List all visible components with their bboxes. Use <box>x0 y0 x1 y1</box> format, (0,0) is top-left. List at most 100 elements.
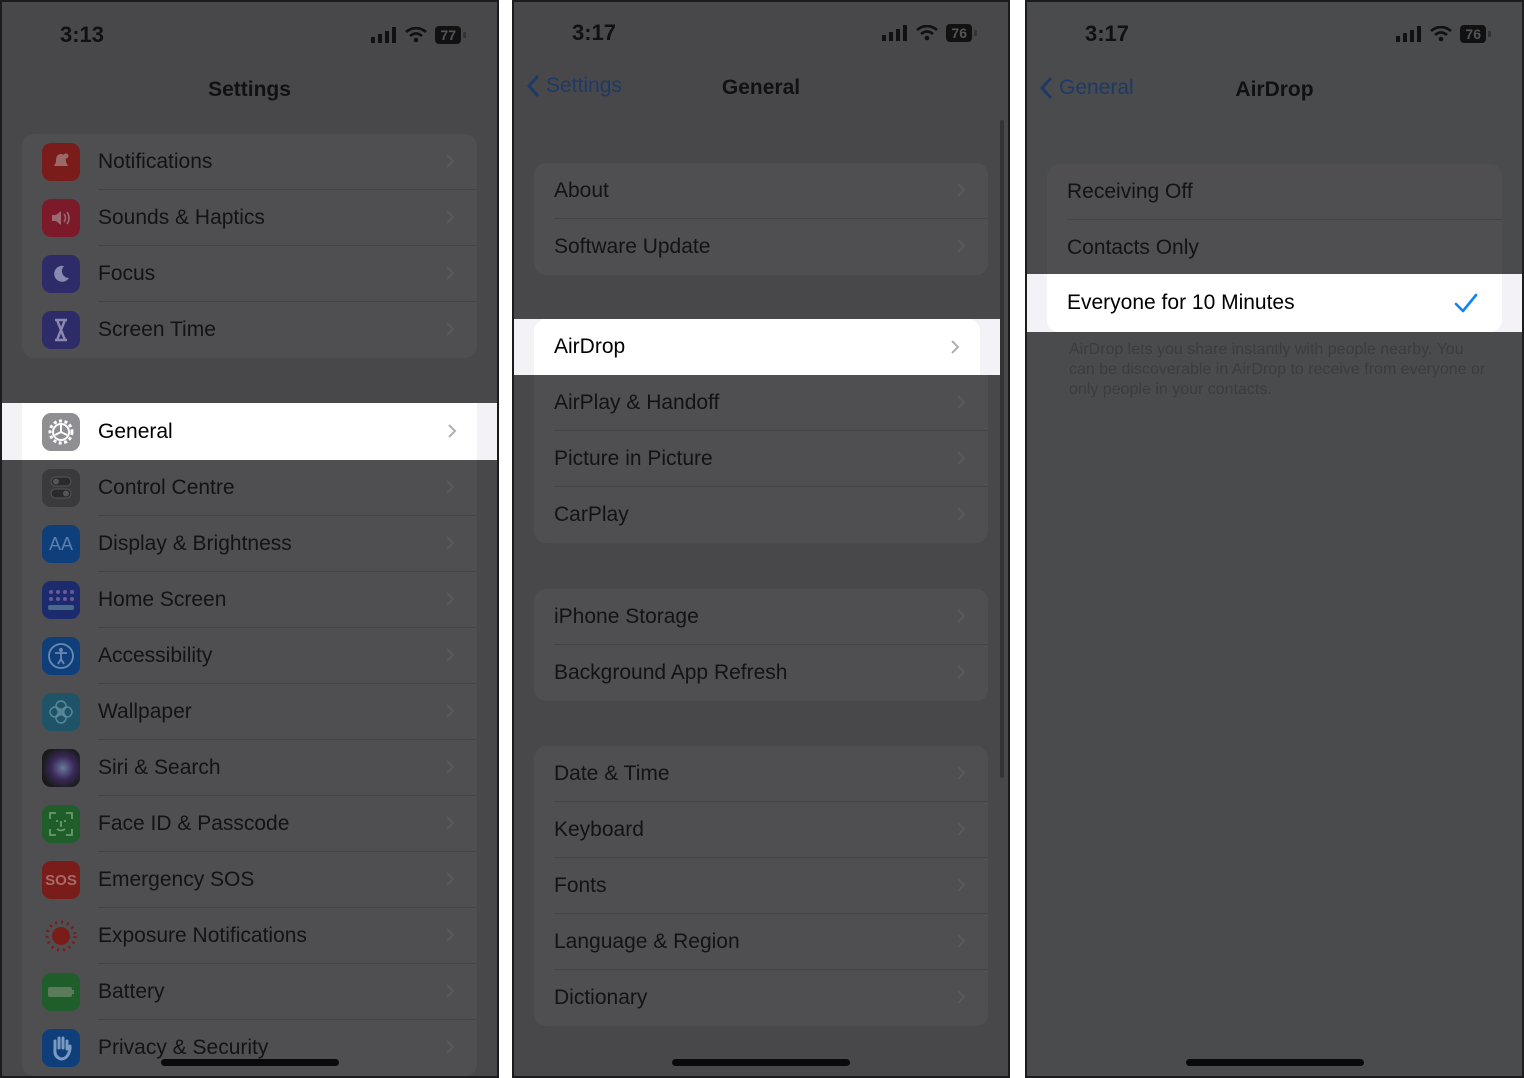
flower-icon <box>42 693 80 731</box>
option-label: Everyone for 10 Minutes <box>1067 291 1295 314</box>
chevron-right-icon <box>957 934 966 948</box>
settings-group-2: Control Centre AA Display & Brightness H… <box>22 460 477 1076</box>
settings-item-privacy-security[interactable]: Privacy & Security <box>22 1020 477 1076</box>
chevron-right-icon <box>446 704 455 718</box>
settings-item-battery[interactable]: Battery <box>22 964 477 1020</box>
chevron-right-icon <box>446 322 455 336</box>
item-label: AirDrop <box>554 335 626 358</box>
general-group-3: iPhone Storage Background App Refresh <box>534 589 988 701</box>
item-label: Home Screen <box>98 588 227 611</box>
general-item-dictionary[interactable]: Dictionary <box>534 970 988 1026</box>
home-indicator[interactable] <box>1185 1059 1364 1066</box>
app-grid-icon <box>42 581 80 619</box>
wifi-icon <box>405 27 428 43</box>
settings-item-siri-search[interactable]: Siri & Search <box>22 740 477 796</box>
settings-group-1: Notifications Sounds & Haptics Focus Scr… <box>22 134 477 358</box>
face-id-icon <box>42 805 80 843</box>
nav-bar: Settings <box>2 72 497 112</box>
airdrop-screen: 3:17 76 General AirDrop Receiving Off Co… <box>1025 0 1524 1078</box>
airdrop-option-everyone[interactable]: Everyone for 10 Minutes <box>1027 274 1522 332</box>
general-item-background-app-refresh[interactable]: Background App Refresh <box>534 645 988 701</box>
general-group-4: Date & Time Keyboard Fonts Language & Re… <box>534 746 988 1026</box>
battery-indicator: 77 <box>435 26 466 44</box>
item-label: Language & Region <box>554 930 740 953</box>
general-group-2: AirPlay & Handoff Picture in Picture Car… <box>534 375 988 543</box>
settings-item-sounds[interactable]: Sounds & Haptics <box>22 190 477 246</box>
airdrop-description: AirDrop lets you share instantly with pe… <box>1069 341 1486 398</box>
chevron-right-icon <box>446 872 455 886</box>
settings-screen: 3:13 77 Settings Notifications Sounds & … <box>0 0 499 1078</box>
settings-item-wallpaper[interactable]: Wallpaper <box>22 684 477 740</box>
bell-icon <box>42 143 80 181</box>
chevron-right-icon <box>957 822 966 836</box>
item-label: Wallpaper <box>98 700 192 723</box>
general-item-carplay[interactable]: CarPlay <box>534 487 988 543</box>
nav-bar: General AirDrop <box>1027 72 1522 112</box>
text-size-icon: AA <box>42 525 80 563</box>
settings-item-notifications[interactable]: Notifications <box>22 134 477 190</box>
airdrop-option-receiving-off[interactable]: Receiving Off <box>1047 164 1502 220</box>
item-label: Siri & Search <box>98 756 221 779</box>
home-indicator[interactable] <box>672 1059 850 1066</box>
chevron-right-icon <box>957 665 966 679</box>
battery-icon <box>42 973 80 1011</box>
speaker-icon <box>42 199 80 237</box>
general-item-software-update[interactable]: Software Update <box>534 219 988 275</box>
settings-item-screen-time[interactable]: Screen Time <box>22 302 477 358</box>
general-item-airdrop[interactable]: AirDrop <box>514 319 1000 375</box>
general-item-about[interactable]: About <box>534 163 988 219</box>
settings-item-face-id[interactable]: Face ID & Passcode <box>22 796 477 852</box>
general-item-keyboard[interactable]: Keyboard <box>534 802 988 858</box>
hand-icon <box>42 1029 80 1067</box>
gear-icon <box>42 412 80 451</box>
siri-icon <box>42 749 80 787</box>
airdrop-option-contacts-only[interactable]: Contacts Only <box>1047 220 1502 276</box>
wifi-icon <box>1430 26 1453 42</box>
item-label: Keyboard <box>554 818 644 841</box>
general-group-1: About Software Update <box>534 163 988 275</box>
general-item-language-region[interactable]: Language & Region <box>534 914 988 970</box>
item-label: Sounds & Haptics <box>98 206 265 229</box>
settings-item-focus[interactable]: Focus <box>22 246 477 302</box>
item-label: Background App Refresh <box>554 661 788 684</box>
item-label: Focus <box>98 262 156 285</box>
item-label: Screen Time <box>98 318 216 341</box>
settings-item-home-screen[interactable]: Home Screen <box>22 572 477 628</box>
settings-item-emergency-sos[interactable]: SOS Emergency SOS <box>22 852 477 908</box>
general-item-picture-in-picture[interactable]: Picture in Picture <box>534 431 988 487</box>
settings-item-general[interactable]: General <box>2 403 497 460</box>
chevron-right-icon <box>957 609 966 623</box>
settings-item-control-centre[interactable]: Control Centre <box>22 460 477 516</box>
exposure-icon <box>42 917 80 955</box>
chevron-right-icon <box>957 183 966 197</box>
battery-indicator: 76 <box>946 24 977 42</box>
status-time: 3:17 <box>572 20 617 45</box>
item-label: Face ID & Passcode <box>98 812 290 835</box>
item-label: Software Update <box>554 235 711 258</box>
item-label: Exposure Notifications <box>98 924 307 947</box>
item-label: AirPlay & Handoff <box>554 391 720 414</box>
status-time: 3:13 <box>60 22 105 47</box>
chevron-right-icon <box>446 536 455 550</box>
item-label: About <box>554 179 609 202</box>
scrollbar[interactable] <box>1000 120 1004 778</box>
toggles-icon <box>42 469 80 507</box>
general-item-date-time[interactable]: Date & Time <box>534 746 988 802</box>
item-label: Privacy & Security <box>98 1036 269 1059</box>
general-item-fonts[interactable]: Fonts <box>534 858 988 914</box>
sos-icon: SOS <box>42 861 80 899</box>
home-indicator[interactable] <box>160 1059 339 1066</box>
chevron-right-icon <box>957 878 966 892</box>
chevron-right-icon <box>957 239 966 253</box>
settings-item-accessibility[interactable]: Accessibility <box>22 628 477 684</box>
chevron-right-icon <box>957 395 966 409</box>
chevron-right-icon <box>446 480 455 494</box>
chevron-right-icon <box>446 1040 455 1054</box>
general-item-iphone-storage[interactable]: iPhone Storage <box>534 589 988 645</box>
settings-item-display-brightness[interactable]: AA Display & Brightness <box>22 516 477 572</box>
settings-item-exposure-notifications[interactable]: Exposure Notifications <box>22 908 477 964</box>
option-label: Receiving Off <box>1067 180 1193 203</box>
option-label: Contacts Only <box>1067 236 1199 259</box>
item-label: Battery <box>98 980 165 1003</box>
general-item-airplay-handoff[interactable]: AirPlay & Handoff <box>534 375 988 431</box>
